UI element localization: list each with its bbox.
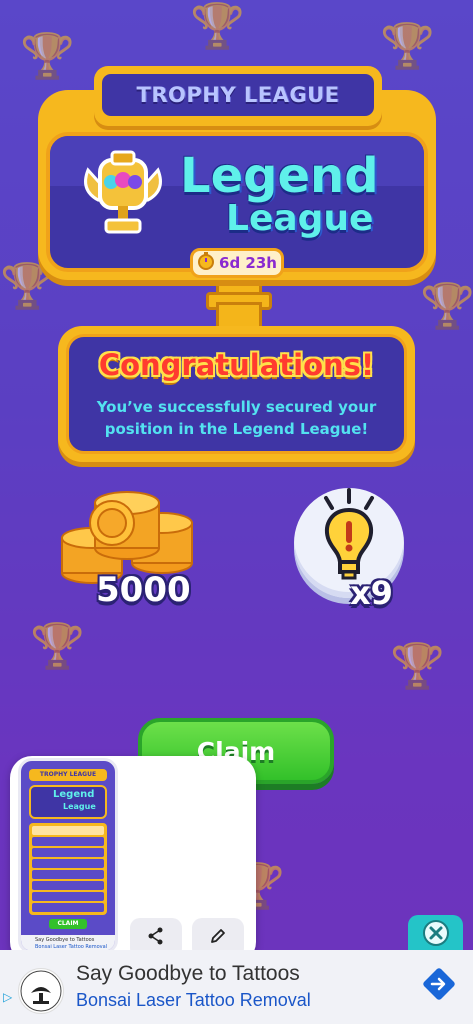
hints-amount: x9	[350, 574, 393, 612]
coins-amount: 5000	[96, 570, 191, 610]
advertiser-logo[interactable]	[18, 968, 64, 1014]
league-timer: 6d 23h	[190, 248, 284, 278]
league-name-line1: Legend	[180, 148, 379, 204]
thumb-leaderboard	[29, 823, 107, 915]
congrats-message: You’ve successfully secured your positio…	[78, 396, 395, 440]
background-trophy-icon: 🏆	[190, 1, 245, 52]
close-icon	[422, 919, 450, 951]
thumb-league-panel: Legend League	[29, 785, 107, 819]
congrats-title: Congratulations!	[98, 348, 375, 382]
close-ad-button[interactable]	[408, 915, 463, 955]
congrats-message-line: You’ve successfully secured your	[96, 398, 377, 416]
pencil-icon	[209, 927, 227, 949]
ad-headline[interactable]: Say Goodbye to Tattoos	[76, 962, 300, 986]
trophy-icon	[78, 140, 168, 240]
ad-advertiser[interactable]: Bonsai Laser Tattoo Removal	[76, 990, 311, 1011]
background-trophy-icon: 🏆	[390, 641, 445, 692]
thumb-title: TROPHY LEAGUE	[29, 769, 107, 781]
ad-cta-button[interactable]	[420, 964, 458, 1008]
share-icon	[147, 927, 165, 949]
league-name-line2: League	[226, 198, 374, 239]
screenshot-thumbnail[interactable]: TROPHY LEAGUE Legend League CLAIM Say Go…	[18, 758, 118, 954]
timer-text: 6d 23h	[219, 254, 277, 272]
thumb-league-line1: Legend	[53, 789, 95, 800]
congrats-message-line: position in the Legend League!	[104, 420, 369, 438]
lightbulb-icon	[314, 488, 384, 588]
arrow-right-icon	[421, 966, 457, 1006]
page-title: TROPHY LEAGUE	[136, 83, 340, 107]
background-trophy-icon: 🏆	[30, 621, 85, 672]
title-plate: TROPHY LEAGUE	[94, 66, 382, 126]
thumb-league-line2: League	[63, 802, 96, 811]
ad-choices-icon[interactable]: ▷	[3, 990, 12, 1004]
background-trophy-icon: 🏆	[20, 31, 75, 82]
thumb-claim-button: CLAIM	[49, 919, 87, 929]
background-trophy-icon: 🏆	[380, 21, 435, 72]
background-trophy-icon: 🏆	[420, 281, 473, 332]
stopwatch-icon	[197, 252, 215, 274]
thumb-ad-text: Say Goodbye to Tattoos	[35, 937, 95, 943]
